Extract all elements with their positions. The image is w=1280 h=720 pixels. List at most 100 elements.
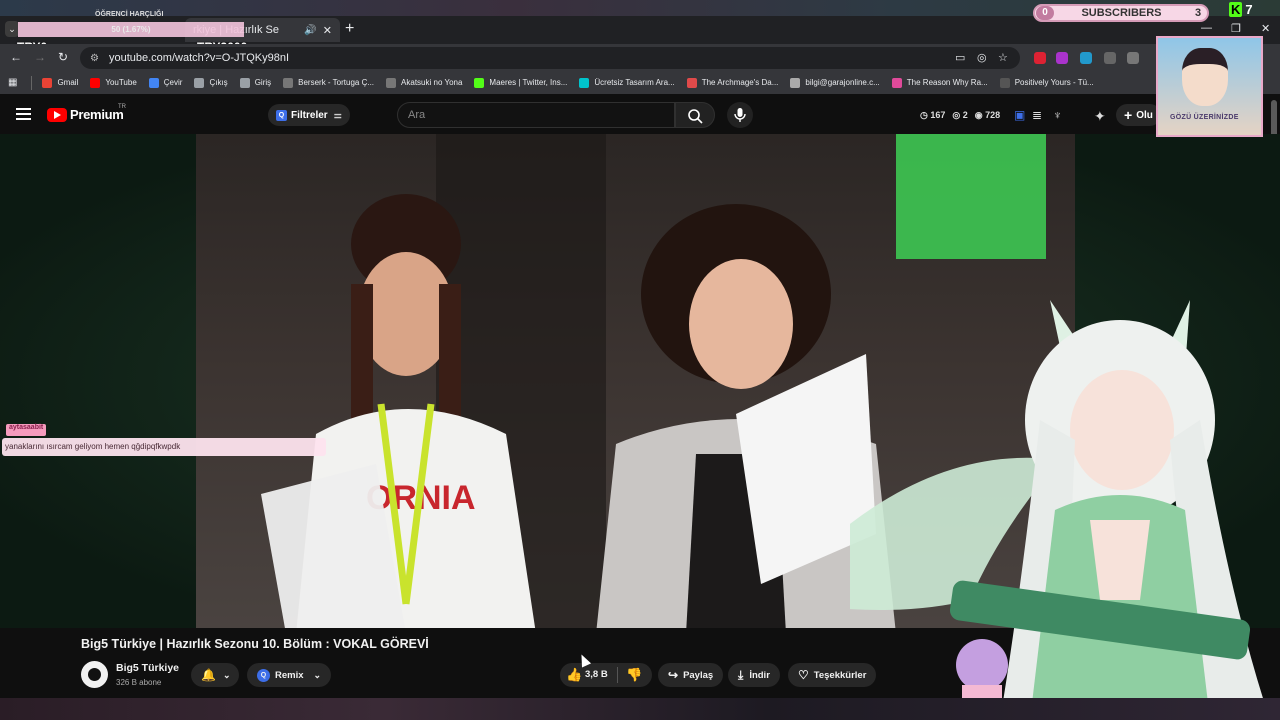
share-icon: ↪ [668, 668, 679, 682]
dislike-icon[interactable]: 👎 [626, 667, 642, 683]
bookmark-item[interactable]: Akatsuki no Yona [386, 77, 462, 88]
eye-off-icon[interactable]: ◎ [977, 51, 987, 64]
extension-icon[interactable] [1104, 52, 1116, 64]
chevron-down-icon: ⌄ [222, 669, 231, 680]
avatar-dot [88, 668, 101, 681]
bookmark-favicon [386, 77, 397, 88]
search-input[interactable]: Ara [397, 102, 675, 128]
new-tab-button[interactable]: + [345, 20, 354, 38]
extension-icon[interactable] [1056, 52, 1068, 64]
remix-button[interactable]: Q Remix ⌄ [247, 663, 332, 687]
bookmark-favicon [148, 77, 159, 88]
webcam-caption: GÖZÜ ÜZERİNİZDE [1170, 114, 1239, 121]
share-label: Paylaş [683, 669, 714, 681]
tab-search-button[interactable]: ⌄ [5, 21, 19, 37]
bookmark-item[interactable]: bilgi@garajonline.c... [790, 77, 880, 88]
bookmark-favicon [42, 77, 53, 88]
bookmark-favicon [999, 77, 1010, 88]
extension-q-icon[interactable]: ▣ [1014, 108, 1025, 122]
extension-q-icon: Q [276, 109, 287, 121]
gear-icon[interactable]: ✦ [1094, 108, 1106, 125]
overlay-goal-title: ÖĞRENCİ HARÇLIĞI [95, 11, 164, 18]
close-tab-icon[interactable]: ✕ [323, 24, 332, 37]
bookmark-item[interactable]: Çıkış [194, 77, 228, 88]
kick-logo-icon: K [1229, 2, 1243, 17]
bookmark-star-icon[interactable]: ☆ [998, 51, 1008, 64]
filters-button[interactable]: Q Filtreler ⚌ [268, 104, 350, 126]
youtube-logo-text: Premium [70, 107, 124, 122]
url-bar[interactable]: ⚙ youtube.com/watch?v=O-JTQKy98nI [80, 47, 1020, 69]
sliders-icon: ⚌ [333, 109, 342, 120]
stat-views: ◉ 728 [974, 110, 1001, 120]
plus-icon: + [1124, 107, 1133, 123]
bookmark-item[interactable]: Giriş [239, 77, 271, 88]
bookmark-item[interactable]: The Reason Why Ra... [891, 77, 988, 88]
menu-icon[interactable] [16, 108, 31, 120]
bookmark-item[interactable]: YouTube [90, 77, 137, 88]
channel-subscriber-count: 326 B abone [116, 678, 162, 687]
subs-right-count: 3 [1194, 7, 1202, 19]
bookmark-item[interactable]: Gmail [42, 77, 78, 88]
restore-icon[interactable]: ❐ [1231, 22, 1241, 35]
bookmark-item[interactable]: Maeres | Twitter, Ins... [474, 77, 567, 88]
kick-count: 7 [1245, 2, 1253, 17]
stat-likes: ◎ 2 [952, 110, 968, 120]
search-button[interactable] [675, 102, 715, 128]
bookmarks-separator [31, 75, 33, 90]
reload-icon[interactable]: ↻ [58, 50, 68, 64]
bookmarks-bar: ▦ Gmail YouTube Çevir Çıkış Giriş Berser… [0, 71, 1280, 94]
microphone-icon [734, 108, 746, 122]
chevron-down-icon: ⌄ [313, 669, 322, 680]
extension-icon[interactable] [1080, 52, 1092, 64]
kick-badge: K7 [1229, 2, 1253, 17]
like-icon[interactable]: 👍 [566, 667, 582, 683]
bookmark-item[interactable]: Ücretsiz Tasarım Ara... [579, 77, 675, 88]
video-green-screen [896, 134, 1046, 259]
close-window-icon[interactable]: ✕ [1261, 22, 1270, 35]
create-label: Olu [1136, 109, 1153, 121]
extension-q-icon: Q [257, 668, 270, 682]
filters-label: Filtreler [291, 109, 328, 121]
search-icon [688, 109, 703, 124]
channel-name[interactable]: Big5 Türkiye [116, 662, 179, 674]
site-info-icon[interactable]: ⚙ [90, 53, 99, 64]
trophy-icon[interactable]: ♆ [1053, 108, 1062, 122]
create-button[interactable]: + Olu [1116, 104, 1161, 126]
chat-message: yanaklarını ısırcam geliyom hemen qğdipq… [2, 438, 326, 456]
chat-username: aytasaabit [6, 424, 47, 436]
channel-avatar[interactable] [81, 661, 108, 688]
voice-search-button[interactable] [727, 102, 753, 128]
overlay-subscribers-counter: 0 SUBSCRIBERS 3 [1033, 4, 1209, 22]
url-text: youtube.com/watch?v=O-JTQKy98nI [108, 52, 290, 64]
extension-icon[interactable] [1034, 52, 1046, 64]
youtube-logo[interactable]: Premium [47, 107, 124, 122]
bookmark-favicon [790, 77, 801, 88]
bookmark-favicon [686, 77, 697, 88]
forward-icon[interactable]: → [34, 50, 46, 64]
screen: ÖĞRENCİ HARÇLIĞI ⌄ rkiye | Hazırlık Se 🔊… [0, 0, 1280, 720]
bookmark-favicon [891, 77, 902, 88]
bookmark-item[interactable]: Positively Yours - Tü... [999, 77, 1094, 88]
apps-grid-icon[interactable]: ▦ [8, 77, 17, 88]
download-icon: ⤓ [738, 667, 744, 682]
video-title: Big5 Türkiye | Hazırlık Sezonu 10. Bölüm… [81, 637, 429, 651]
bookmark-item[interactable]: Berserk - Tortuga Ç... [283, 77, 374, 88]
list-icon[interactable]: ≣ [1032, 108, 1042, 122]
bookmark-favicon [283, 77, 294, 88]
overlay-goal-progress-bar: 50 (1.67%) [18, 22, 244, 37]
like-divider [617, 667, 618, 683]
download-button[interactable]: ⤓ İndir [728, 663, 780, 687]
back-icon[interactable]: ← [10, 50, 22, 64]
minimize-icon[interactable]: — [1201, 22, 1212, 34]
like-count[interactable]: 3,8 B [585, 669, 608, 680]
bookmark-item[interactable]: The Archmage's Da... [686, 77, 778, 88]
overlay-bottom-art [0, 698, 1280, 720]
cast-icon[interactable]: ▭ [955, 51, 965, 64]
bookmark-favicon [579, 77, 590, 88]
subscription-bell-button[interactable]: 🔔 ⌄ [191, 663, 239, 687]
extension-icon[interactable] [1127, 52, 1139, 64]
audio-playing-icon[interactable]: 🔊 [304, 25, 316, 36]
share-button[interactable]: ↪ Paylaş [658, 663, 724, 687]
bookmark-item[interactable]: Çevir [148, 77, 182, 88]
extension-stats: ◷ 167 ◎ 2 ◉ 728 [920, 110, 1000, 121]
